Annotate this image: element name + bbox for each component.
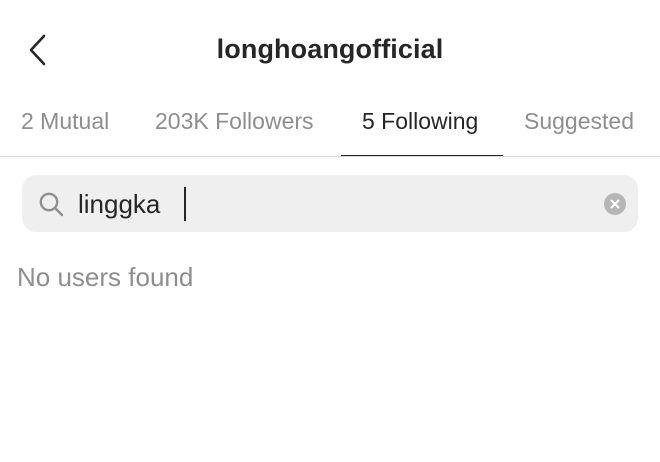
clear-icon [610,199,620,209]
tab-bar: 2 Mutual 203K Followers 5 Following Sugg… [0,100,660,157]
text-caret [184,187,186,221]
empty-results-message: No users found [17,262,194,292]
search-icon [39,192,64,217]
tab-mutual[interactable]: 2 Mutual [21,108,109,148]
following-screen: longhoangofficial 2 Mutual 203K Follower… [0,0,660,462]
tab-following[interactable]: 5 Following [362,108,478,148]
tabs-divider [0,156,660,157]
tab-suggested[interactable]: Suggested [524,108,634,148]
page-title: longhoangofficial [216,34,444,64]
header: longhoangofficial [0,0,660,100]
search-input[interactable] [78,184,578,224]
clear-search-button[interactable] [604,193,626,215]
tab-followers[interactable]: 203K Followers [155,108,314,148]
search-bar[interactable] [22,175,638,232]
